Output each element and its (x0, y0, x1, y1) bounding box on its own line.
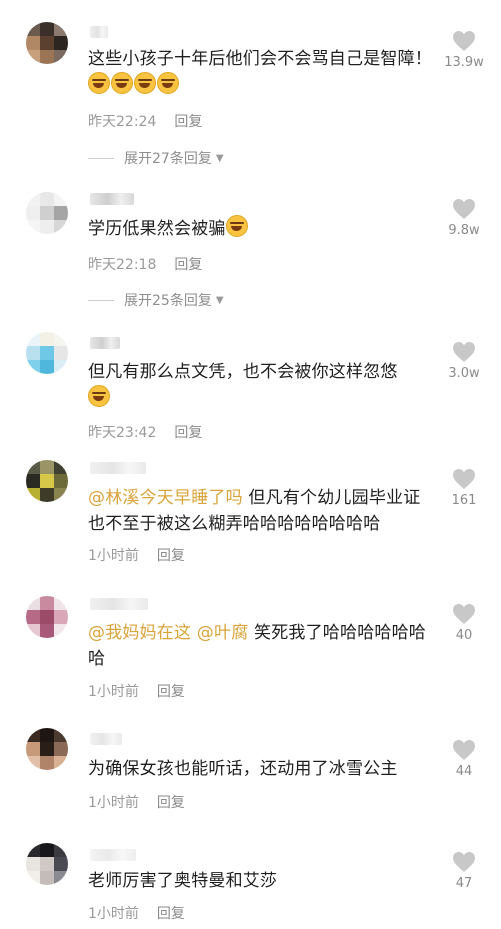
heart-icon (453, 852, 475, 872)
like-count: 3.0w (448, 366, 480, 381)
expand-replies-label: 展开25条回复 (124, 293, 212, 309)
divider (88, 299, 114, 301)
comment-text: 学历低果然会被骗 (88, 215, 433, 242)
like-count: 40 (455, 628, 473, 643)
divider (88, 157, 114, 159)
like-button[interactable]: 47 (438, 851, 490, 891)
comment-time: 昨天23:42 (88, 425, 157, 441)
comment-time: 1小时前 (88, 795, 139, 811)
like-button[interactable]: 40 (438, 603, 490, 643)
like-count: 47 (455, 876, 473, 891)
avatar[interactable] (26, 843, 68, 885)
username-blurred[interactable] (90, 849, 136, 861)
comment-meta: 1小时前 回复 (88, 903, 185, 923)
heart-icon (453, 604, 475, 624)
username-blurred[interactable] (90, 598, 148, 610)
reply-button[interactable]: 回复 (157, 684, 185, 700)
like-button[interactable]: 9.8w (438, 198, 490, 238)
like-button[interactable]: 3.0w (438, 341, 490, 381)
like-button[interactable]: 44 (438, 739, 490, 779)
reply-button[interactable]: 回复 (157, 548, 185, 564)
like-count: 9.8w (448, 223, 480, 238)
heart-icon (453, 31, 475, 51)
heart-icon (453, 740, 475, 760)
comment-text: 老师厉害了奥特曼和艾莎 (88, 871, 278, 891)
comment-text: 这些小孩子十年后他们会不会骂自己是智障！ (88, 46, 433, 99)
comment-time: 1小时前 (88, 548, 139, 564)
avatar[interactable] (26, 192, 68, 234)
username-blurred[interactable] (90, 26, 108, 38)
like-button[interactable]: 161 (438, 468, 490, 508)
heart-icon (453, 469, 475, 489)
heart-icon (453, 199, 475, 219)
reply-button[interactable]: 回复 (157, 795, 185, 811)
laughing-emoji-icon (225, 215, 248, 237)
laughing-emoji-icon (111, 72, 133, 94)
avatar[interactable] (26, 332, 68, 374)
expand-replies-button[interactable]: 展开27条回复 ▼ (88, 148, 224, 168)
reply-button[interactable]: 回复 (174, 257, 202, 273)
laughing-emoji-icon (134, 72, 156, 94)
laughing-emoji-icon (88, 72, 110, 94)
comment-time: 昨天22:24 (88, 114, 157, 130)
comment-text: @林溪今天早睡了吗 但凡有个幼儿园毕业证也不至于被这么糊弄哈哈哈哈哈哈哈哈 (88, 488, 421, 534)
avatar[interactable] (26, 22, 68, 64)
reply-button[interactable]: 回复 (174, 114, 202, 130)
expand-replies-label: 展开27条回复 (124, 151, 212, 167)
avatar[interactable] (26, 728, 68, 770)
comment-meta: 1小时前 回复 (88, 545, 185, 565)
triangle-down-icon: ▼ (215, 294, 224, 306)
username-blurred[interactable] (90, 733, 122, 745)
reply-button[interactable]: 回复 (174, 425, 202, 441)
username-blurred[interactable] (90, 193, 134, 205)
like-button[interactable]: 13.9w (438, 30, 490, 70)
mention-link[interactable]: @我妈妈在这 @叶腐 (88, 623, 248, 643)
reply-button[interactable]: 回复 (157, 906, 185, 922)
comment-text: 但凡有那么点文凭，也不会被你这样忽悠 (88, 359, 433, 412)
heart-icon (453, 342, 475, 362)
comment-text: 为确保女孩也能听话，还动用了冰雪公主 (88, 759, 398, 779)
comment-meta: 昨天22:18 回复 (88, 254, 202, 274)
laughing-emoji-icon (157, 72, 179, 94)
comment-meta: 昨天22:24 回复 (88, 111, 202, 131)
like-count: 161 (451, 493, 477, 508)
comment-meta: 昨天23:42 回复 (88, 422, 202, 442)
like-count: 44 (455, 764, 473, 779)
comment-text: @我妈妈在这 @叶腐 笑死我了哈哈哈哈哈哈哈 (88, 623, 427, 669)
username-blurred[interactable] (90, 337, 120, 349)
comment-time: 1小时前 (88, 684, 139, 700)
comment-meta: 1小时前 回复 (88, 681, 185, 701)
comment-time: 昨天22:18 (88, 257, 157, 273)
avatar[interactable] (26, 460, 68, 502)
avatar[interactable] (26, 596, 68, 638)
comment-time: 1小时前 (88, 906, 139, 922)
comment-meta: 1小时前 回复 (88, 792, 185, 812)
like-count: 13.9w (444, 55, 484, 70)
username-blurred[interactable] (90, 462, 146, 474)
mention-link[interactable]: @林溪今天早睡了吗 (88, 488, 243, 508)
triangle-down-icon: ▼ (215, 152, 224, 164)
expand-replies-button[interactable]: 展开25条回复 ▼ (88, 290, 224, 310)
sleepy-emoji-icon (88, 385, 110, 407)
